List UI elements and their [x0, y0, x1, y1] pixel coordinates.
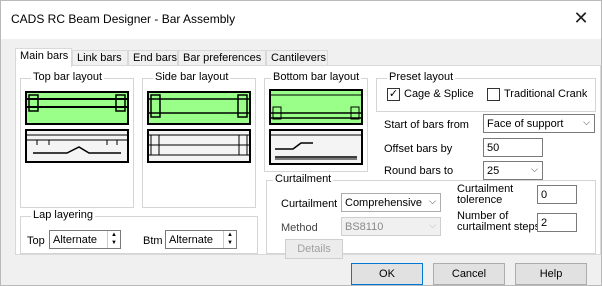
method-select[interactable]: BS8110 ⌵	[341, 217, 441, 236]
curtailment-steps-label: Number of curtailment steps	[457, 211, 540, 233]
lap-btm-label: Btm	[143, 235, 163, 247]
window-title: CADS RC Beam Designer - Bar Assembly	[11, 12, 236, 26]
tab-panel-main-bars: Top bar layout Side bar layout Bottom ba…	[15, 65, 601, 259]
top-bar-layout-group: Top bar layout	[20, 71, 134, 208]
round-bars-label: Round bars to	[384, 165, 454, 177]
bottom-straight-bars-diagram-icon	[271, 94, 361, 120]
offset-bars-label: Offset bars by	[384, 143, 453, 155]
lap-layering-legend: Lap layering	[31, 209, 95, 221]
method-value: BS8110	[345, 221, 384, 233]
top-bar-option-cranked[interactable]	[25, 129, 129, 163]
start-of-bars-value: Face of support	[487, 118, 564, 130]
close-icon[interactable]: ✕	[561, 1, 601, 37]
top-bar-option-straight[interactable]	[25, 91, 129, 125]
cage-splice-label: Cage & Splice	[404, 88, 474, 100]
curtailment-legend: Curtailment	[273, 173, 334, 185]
steps-label-line-2: curtailment steps	[457, 221, 541, 233]
traditional-crank-label: Traditional Crank	[504, 88, 588, 100]
chevron-down-icon: ⌵	[429, 196, 436, 206]
preset-layout-group: Preset layout ✓ Cage & Splice Traditiona…	[376, 71, 596, 112]
bottom-bar-option-cranked[interactable]	[269, 129, 363, 165]
side-bar-layout-group: Side bar layout	[142, 71, 256, 208]
title-bar: CADS RC Beam Designer - Bar Assembly ✕	[1, 1, 601, 39]
side-bar-layout-legend: Side bar layout	[153, 71, 231, 83]
tolerence-label-line-2: tolerence	[457, 194, 503, 206]
traditional-crank-checkbox[interactable]	[487, 88, 500, 101]
cranked-bars-diagram-icon	[27, 134, 127, 154]
help-button[interactable]: Help	[515, 263, 587, 285]
lap-top-value: Alternate	[53, 234, 98, 246]
lap-layering-group: Lap layering Top Alternate ▲ ▼ Btm Altern…	[20, 209, 258, 254]
curtailment-label: Curtailment	[281, 198, 338, 210]
lap-btm-value: Alternate	[169, 234, 214, 246]
curtailment-select[interactable]: Comprehensive ⌵	[341, 193, 441, 212]
curtailment-group: Curtailment Curtailment Comprehensive ⌵ …	[266, 173, 596, 259]
lap-btm-spinner[interactable]: Alternate ▲ ▼	[165, 230, 237, 249]
offset-bars-input[interactable]: 50	[483, 138, 543, 157]
spinner-arrows-icon[interactable]: ▲ ▼	[107, 231, 120, 248]
side-bar-option-straight[interactable]	[147, 91, 251, 125]
tolerence-value: 0	[541, 189, 548, 201]
top-bar-layout-legend: Top bar layout	[31, 71, 105, 83]
lap-top-spinner[interactable]: Alternate ▲ ▼	[49, 230, 121, 249]
tab-link-bars[interactable]: Link bars	[72, 50, 128, 66]
round-bars-value: 25	[487, 165, 500, 177]
lapped-side-bars-diagram-icon	[149, 134, 249, 156]
tab-main-bars[interactable]: Main bars	[15, 48, 72, 67]
side-bar-option-lapped[interactable]	[147, 129, 251, 163]
bottom-cranked-bars-diagram-icon	[271, 134, 361, 160]
preset-layout-legend: Preset layout	[387, 71, 456, 83]
curtailment-tolerence-label: Curtailment tolerence	[457, 184, 513, 206]
tab-bar-preferences[interactable]: Bar preferences	[178, 50, 266, 66]
bottom-bar-layout-legend: Bottom bar layout	[271, 71, 362, 83]
lap-top-label: Top	[27, 235, 45, 247]
curtailment-tolerence-input[interactable]: 0	[537, 185, 577, 204]
steps-value: 2	[541, 217, 548, 229]
start-of-bars-select[interactable]: Face of support ⌵	[483, 114, 595, 133]
cage-splice-checkbox[interactable]: ✓	[387, 88, 400, 101]
method-label: Method	[281, 222, 318, 234]
straight-bars-diagram-icon	[27, 94, 127, 112]
spinner-arrows-icon[interactable]: ▲ ▼	[223, 231, 236, 248]
curtailment-value: Comprehensive	[345, 197, 423, 209]
round-bars-select[interactable]: 25 ⌵	[483, 161, 543, 180]
chevron-down-icon: ⌵	[583, 117, 590, 127]
chevron-down-icon: ⌵	[531, 164, 538, 174]
details-button[interactable]: Details	[285, 239, 343, 259]
side-bars-diagram-icon	[149, 94, 249, 118]
offset-bars-value: 50	[487, 142, 500, 154]
bottom-bar-layout-group: Bottom bar layout	[264, 71, 368, 172]
bottom-bar-option-straight[interactable]	[269, 89, 363, 125]
start-of-bars-label: Start of bars from	[384, 119, 469, 131]
cancel-button[interactable]: Cancel	[433, 263, 505, 285]
chevron-down-icon: ⌵	[429, 220, 436, 230]
curtailment-steps-input[interactable]: 2	[537, 213, 577, 232]
ok-button[interactable]: OK	[351, 263, 423, 285]
dialog-window: CADS RC Beam Designer - Bar Assembly ✕ M…	[0, 0, 602, 286]
tab-cantilevers[interactable]: Cantilevers	[266, 50, 328, 66]
tab-end-bars[interactable]: End bars	[128, 50, 178, 66]
